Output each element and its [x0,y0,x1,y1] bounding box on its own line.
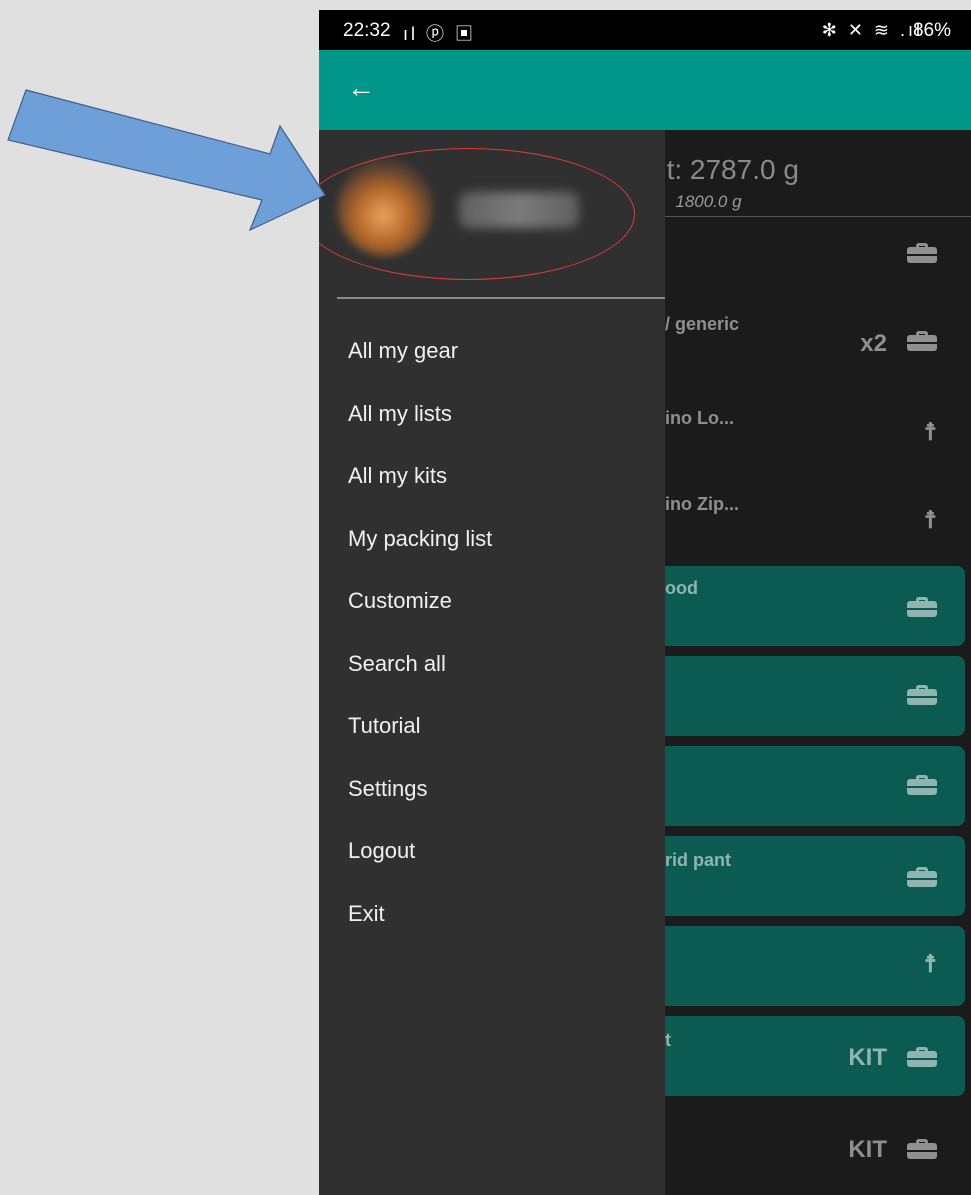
menu-item-tutorial[interactable]: Tutorial [319,695,665,758]
status-time: 22:32 [343,20,391,41]
case-icon [907,684,937,712]
quantity-label: x2 [860,330,887,357]
menu-item-all-my-gear[interactable]: All my gear [319,320,665,383]
battery-percent: 86% [912,20,951,41]
phone-screen: 22:32 ıl ⓟ ▣ ✻ ✕ ≋ .ıl 86% ← nt: 2787.0 … [319,10,971,1195]
list-item-label: t [665,1030,671,1050]
worn-weight-value: 1800.0 g [675,192,742,211]
status-notification-icons: ıl ⓟ ▣ [403,24,477,44]
annotation-arrow-shape [7,89,326,232]
list-item-label: ood [665,578,698,598]
person-icon: ☨ [923,507,937,534]
list-item-label: ino Lo... [665,408,734,428]
navigation-drawer: All my gear All my lists All my kits My … [319,130,665,1195]
menu-item-my-packing-list[interactable]: My packing list [319,508,665,571]
case-icon [907,330,937,358]
case-icon [907,1138,937,1166]
case-icon [907,596,937,624]
menu-item-all-my-kits[interactable]: All my kits [319,445,665,508]
menu-item-search-all[interactable]: Search all [319,633,665,696]
menu-item-customize[interactable]: Customize [319,570,665,633]
drawer-divider [337,297,665,299]
case-icon [907,242,937,270]
back-arrow-icon[interactable]: ← [347,74,375,102]
person-icon: ☨ [923,419,937,446]
app-bar: ← [319,50,971,130]
list-item-label: / generic [665,314,740,334]
header-divider [649,216,971,217]
person-icon: ☨ [923,951,937,978]
kit-badge: KIT [848,1044,887,1071]
kit-badge: KIT [848,1136,887,1163]
status-bar: 22:32 ıl ⓟ ▣ ✻ ✕ ≋ .ıl 86% [319,10,971,50]
list-item-label: ino Zip... [665,494,739,514]
drawer-menu: All my gear All my lists All my kits My … [319,320,665,945]
annotation-highlight-ellipse [319,148,635,280]
menu-item-settings[interactable]: Settings [319,758,665,821]
case-icon [907,774,937,802]
list-item-label: rid pant [665,850,731,870]
status-connectivity-icons: ✻ ✕ ≋ .ıl [821,20,923,40]
menu-item-logout[interactable]: Logout [319,820,665,883]
total-weight-label: nt: 2787.0 g [651,154,799,185]
menu-item-all-my-lists[interactable]: All my lists [319,383,665,446]
case-icon [907,1046,937,1074]
menu-item-exit[interactable]: Exit [319,883,665,946]
case-icon [907,866,937,894]
